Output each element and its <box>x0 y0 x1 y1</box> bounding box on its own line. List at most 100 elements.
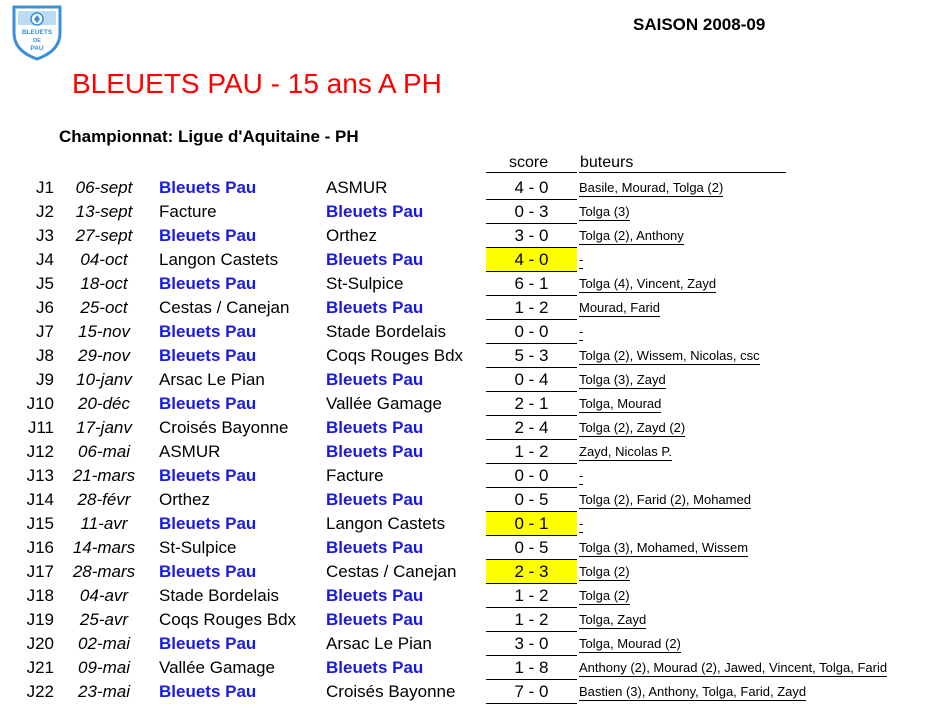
scorers-list: Basile, Mourad, Tolga (2) <box>579 176 724 200</box>
svg-text:PAU: PAU <box>30 45 44 52</box>
match-row: J5 18-oct Bleuets Pau St-Sulpice 6 - 1 Tolga … <box>0 272 933 296</box>
scorers-list: Tolga (2), Zayd (2) <box>579 416 686 440</box>
match-row: J6 25-oct Cestas / Canejan Bleuets Pau 1 - 2… <box>0 296 933 320</box>
championship-subtitle: Championnat: Ligue d'Aquitaine - PH <box>59 127 359 146</box>
home-team: Bleuets Pau <box>159 322 257 341</box>
match-row: J22 23-mai Bleuets Pau Croisés Bayonne 7 - 0… <box>0 680 933 704</box>
match-row: J3 27-sept Bleuets Pau Orthez 3 - 0 Tolga (2)… <box>0 224 933 248</box>
match-score: 4 - 0 <box>514 178 549 197</box>
match-date: 25-avr <box>79 610 129 629</box>
match-date: 28-mars <box>72 562 136 581</box>
scorers-list: Tolga (3) <box>579 200 630 224</box>
away-team: Vallée Gamage <box>326 394 442 413</box>
season-label: SAISON 2008-09 <box>633 15 766 34</box>
match-date: 04-oct <box>80 250 128 269</box>
home-team: Arsac Le Pian <box>159 370 265 389</box>
matchday-label: J21 <box>26 658 54 677</box>
match-score: 0 - 4 <box>514 370 549 389</box>
match-date: 25-oct <box>80 298 128 317</box>
match-row: J12 06-mai ASMUR Bleuets Pau 1 - 2 Zayd, Nico… <box>0 440 933 464</box>
match-score: 3 - 0 <box>514 634 549 653</box>
matchday-label: J13 <box>26 466 54 485</box>
match-date: 06-mai <box>78 442 130 461</box>
home-team: Bleuets Pau <box>159 514 257 533</box>
matchday-label: J5 <box>36 274 54 293</box>
home-team: ASMUR <box>159 442 221 461</box>
home-team: Coqs Rouges Bdx <box>159 610 297 629</box>
match-score: 1 - 2 <box>514 586 549 605</box>
scorers-list: Tolga (2), Farid (2), Mohamed <box>579 488 751 512</box>
matchday-label: J7 <box>36 322 54 341</box>
home-team: Bleuets Pau <box>159 682 257 701</box>
match-row: J7 15-nov Bleuets Pau Stade Bordelais 0 - 0 - <box>0 320 933 344</box>
away-team: Orthez <box>326 226 378 245</box>
match-row: J20 02-mai Bleuets Pau Arsac Le Pian 3 - 0 To… <box>0 632 933 656</box>
away-team: Croisés Bayonne <box>326 682 456 701</box>
match-row: J17 28-mars Bleuets Pau Cestas / Canejan 2 -… <box>0 560 933 584</box>
match-date: 09-mai <box>78 658 130 677</box>
matchday-label: J18 <box>26 586 54 605</box>
matchday-label: J12 <box>26 442 54 461</box>
match-score: 4 - 0 <box>486 248 577 272</box>
home-team: Bleuets Pau <box>159 274 257 293</box>
match-date: 17-janv <box>76 418 132 437</box>
match-table: J1 06-sept Bleuets Pau ASMUR 4 - 0 Basile, Mo… <box>0 176 933 704</box>
match-score: 0 - 5 <box>514 490 549 509</box>
home-team: Stade Bordelais <box>159 586 280 605</box>
match-score: 0 - 1 <box>486 512 577 536</box>
away-team: St-Sulpice <box>326 274 404 293</box>
svg-text:BLEUETS: BLEUETS <box>22 29 53 36</box>
home-team: Bleuets Pau <box>159 562 257 581</box>
home-team: Bleuets Pau <box>159 178 257 197</box>
page-title: BLEUETS PAU - 15 ans A PH <box>72 68 442 99</box>
home-team: Vallée Gamage <box>159 658 275 677</box>
match-score: 7 - 0 <box>514 682 549 701</box>
away-team: Bleuets Pau <box>326 202 424 221</box>
match-score: 1 - 2 <box>514 610 549 629</box>
matchday-label: J22 <box>26 682 54 701</box>
match-date: 21-mars <box>72 466 136 485</box>
scorers-list: Tolga (3), Mohamed, Wissem <box>579 536 749 560</box>
home-team: Bleuets Pau <box>159 634 257 653</box>
match-date: 20-déc <box>78 394 130 413</box>
score-underline <box>486 703 577 704</box>
match-score: 2 - 1 <box>514 394 549 413</box>
match-date: 15-nov <box>78 322 130 341</box>
matchday-label: J8 <box>36 346 54 365</box>
scorers-header-rule <box>579 172 786 173</box>
match-date: 23-mai <box>78 682 130 701</box>
match-row: J8 29-nov Bleuets Pau Coqs Rouges Bdx 5 - 3 T… <box>0 344 933 368</box>
matchday-label: J4 <box>36 250 54 269</box>
match-score: 5 - 3 <box>514 346 549 365</box>
home-team: Bleuets Pau <box>159 346 257 365</box>
match-row: J19 25-avr Coqs Rouges Bdx Bleuets Pau 1 - 2… <box>0 608 933 632</box>
match-row: J21 09-mai Vallée Gamage Bleuets Pau 1 - 8 An… <box>0 656 933 680</box>
matchday-label: J3 <box>36 226 54 245</box>
away-team: ASMUR <box>326 178 388 197</box>
score-column-header: score <box>509 154 549 171</box>
match-row: J16 14-mars St-Sulpice Bleuets Pau 0 - 5 Tolg… <box>0 536 933 560</box>
match-score: 0 - 0 <box>514 466 549 485</box>
match-row: J4 04-oct Langon Castets Bleuets Pau 4 - 0- <box>0 248 933 272</box>
match-row: J18 04-avr Stade Bordelais Bleuets Pau 1 - 2… <box>0 584 933 608</box>
score-header-rule <box>486 172 577 173</box>
match-row: J15 11-avr Bleuets Pau Langon Castets 0 - 1- <box>0 512 933 536</box>
match-date: 06-sept <box>75 178 133 197</box>
scorers-list: Bastien (3), Anthony, Tolga, Farid, Zayd <box>579 680 807 704</box>
match-score: 1 - 2 <box>514 298 549 317</box>
home-team: Orthez <box>159 490 211 509</box>
scorers-list: Anthony (2), Mourad (2), Jawed, Vincent,… <box>579 656 888 680</box>
away-team: Coqs Rouges Bdx <box>326 346 464 365</box>
away-team: Bleuets Pau <box>326 610 424 629</box>
scorers-list: - <box>579 248 584 272</box>
matchday-label: J9 <box>36 370 54 389</box>
match-date: 10-janv <box>76 370 132 389</box>
match-score: 2 - 4 <box>514 418 549 437</box>
home-team: Croisés Bayonne <box>159 418 289 437</box>
away-team: Arsac Le Pian <box>326 634 432 653</box>
matchday-label: J10 <box>26 394 54 413</box>
match-row: J11 17-janv Croisés Bayonne Bleuets Pau 2 - … <box>0 416 933 440</box>
home-team: St-Sulpice <box>159 538 237 557</box>
matchday-label: J15 <box>26 514 54 533</box>
scorers-list: Tolga, Mourad <box>579 392 662 416</box>
